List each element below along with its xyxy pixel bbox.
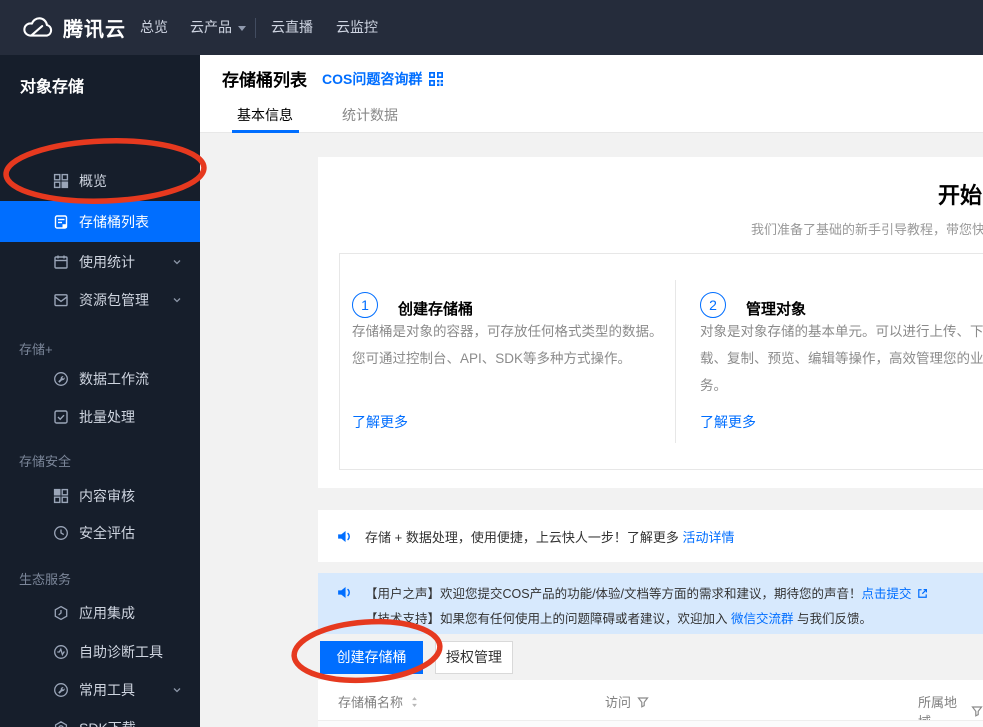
sidebar-item-batch-processing[interactable]: 批量处理 <box>0 398 200 436</box>
sidebar-item-content-audit[interactable]: 内容审核 <box>0 477 200 515</box>
sidebar-item-sdk-download[interactable]: SDK下载 <box>0 709 200 727</box>
announcement-bar: 存储 + 数据处理，使用便捷，上云快人一步！了解更多 活动详情 <box>318 510 983 562</box>
pulse-circle-icon <box>53 644 69 660</box>
onboarding-steps-box: 1 创建存储桶 存储桶是对象的容器，可存放任何格式类型的数据。您可通过控制台、A… <box>339 253 983 470</box>
topnav-divider <box>255 18 256 38</box>
step-2-learn-more-link[interactable]: 了解更多 <box>700 412 756 432</box>
tab-basic-info[interactable]: 基本信息 <box>237 105 293 125</box>
topnav-overview[interactable]: 总览 <box>140 0 168 55</box>
filter-funnel-icon[interactable] <box>971 705 983 717</box>
step-2-desc: 对象是对象存储的基本单元。可以进行上传、下载、复制、预览、编辑等操作，高效管理您… <box>700 324 983 393</box>
megaphone-icon <box>336 584 353 606</box>
chevron-down-icon <box>172 257 182 267</box>
brand-logo[interactable]: 腾讯云 <box>20 13 126 42</box>
caret-down-icon <box>238 25 246 31</box>
sidebar-item-data-workflow[interactable]: 数据工作流 <box>0 360 200 398</box>
wechat-group-link[interactable]: 微信交流群 <box>731 612 794 626</box>
sidebar-item-resource-packs[interactable]: 资源包管理 <box>0 281 200 319</box>
step-divider <box>675 280 676 443</box>
bucket-table-header: 存储桶名称 访问 所属地域 <box>318 680 983 727</box>
page-title: 存储桶列表 <box>222 71 307 90</box>
brand-name: 腾讯云 <box>63 19 126 41</box>
package-icon <box>53 292 69 308</box>
auth-management-button[interactable]: 授权管理 <box>435 641 513 674</box>
topnav-cloud-monitor[interactable]: 云监控 <box>336 0 378 55</box>
sidebar-item-security-assessment[interactable]: 安全评估 <box>0 514 200 552</box>
topbar: 腾讯云 总览 云产品 云直播 云监控 <box>0 0 983 55</box>
step-2-number: 2 <box>700 292 726 318</box>
topnav-live-streaming[interactable]: 云直播 <box>271 0 313 55</box>
cos-consult-group-link[interactable]: COS问题咨询群 <box>322 69 444 89</box>
chevron-down-icon <box>172 295 182 305</box>
table-body-edge <box>318 721 983 727</box>
sort-icon[interactable] <box>409 696 420 708</box>
column-access[interactable]: 访问 <box>605 692 649 711</box>
tencent-cloud-cos-console: 腾讯云 总览 云产品 云直播 云监控 对象存储 概览 存储桶列表 使用统计 资源… <box>0 0 983 727</box>
qr-code-icon <box>428 71 444 87</box>
sdk-badge-icon <box>53 720 69 727</box>
sidebar-section-storage-plus: 存储+ <box>19 342 53 357</box>
step-1-learn-more-link[interactable]: 了解更多 <box>352 412 408 432</box>
sidebar-item-common-tools[interactable]: 常用工具 <box>0 671 200 709</box>
notice-line-2: 【技术支持】如果您有任何使用上的问题障碍或者建议，欢迎加入 微信交流群 与我们反… <box>365 612 872 626</box>
sidebar-section-storage-security: 存储安全 <box>19 454 72 469</box>
active-tab-underline <box>232 130 299 133</box>
create-bucket-button[interactable]: 创建存储桶 <box>320 641 423 674</box>
sidebar-item-bucket-list[interactable]: 存储桶列表 <box>0 201 200 242</box>
notice-line-1: 【用户之声】欢迎您提交COS产品的功能/体验/文档等方面的需求和建议，期待您的声… <box>365 583 929 602</box>
external-link-icon <box>916 587 929 600</box>
grid-icon <box>53 488 69 504</box>
wrench-circle-icon <box>53 371 69 387</box>
content-header: 存储桶列表 COS问题咨询群 基本信息 统计数据 <box>200 55 983 133</box>
sidebar-item-self-diagnosis[interactable]: 自助诊断工具 <box>0 633 200 671</box>
wrench-circle-icon <box>53 682 69 698</box>
megaphone-icon <box>336 528 353 550</box>
grid-icon <box>53 173 69 189</box>
bucket-list-icon <box>53 214 69 230</box>
topnav-cloud-products[interactable]: 云产品 <box>190 0 246 55</box>
step-1-number: 1 <box>352 292 378 318</box>
calendar-icon <box>53 254 69 270</box>
step-1-desc: 存储桶是对象的容器，可存放任何格式类型的数据。您可通过控制台、API、SDK等多… <box>352 324 663 366</box>
column-bucket-name[interactable]: 存储桶名称 <box>338 692 420 711</box>
hexagon-icon <box>53 605 69 621</box>
announcement-text: 存储 + 数据处理，使用便捷，上云快人一步！了解更多 活动详情 <box>365 530 735 545</box>
onboarding-subheading: 我们准备了基础的新手引导教程，带您快速 <box>751 222 983 237</box>
filter-funnel-icon[interactable] <box>637 696 649 708</box>
onboarding-panel: 开始 我们准备了基础的新手引导教程，带您快速 1 创建存储桶 存储桶是对象的容器… <box>318 157 983 488</box>
step-1-title: 创建存储桶 <box>398 301 474 318</box>
sidebar: 对象存储 概览 存储桶列表 使用统计 资源包管理 存储+ 数据工作流 批量处理 … <box>0 55 200 727</box>
main-content: 开始 我们准备了基础的新手引导教程，带您快速 1 创建存储桶 存储桶是对象的容器… <box>200 134 983 727</box>
checkbox-icon <box>53 409 69 425</box>
sidebar-item-usage-stats[interactable]: 使用统计 <box>0 243 200 281</box>
onboarding-heading: 开始 <box>938 183 983 208</box>
cloud-logo-icon <box>20 15 54 40</box>
sidebar-item-overview[interactable]: 概览 <box>0 162 200 200</box>
sidebar-section-ecosystem: 生态服务 <box>19 572 72 587</box>
chevron-down-icon <box>172 685 182 695</box>
step-2-title: 管理对象 <box>746 301 807 318</box>
tab-statistics[interactable]: 统计数据 <box>342 105 398 125</box>
gauge-icon <box>53 525 69 541</box>
sidebar-item-app-integration[interactable]: 应用集成 <box>0 594 200 632</box>
notice-banner: 【用户之声】欢迎您提交COS产品的功能/体验/文档等方面的需求和建议，期待您的声… <box>318 573 983 634</box>
activity-details-link[interactable]: 活动详情 <box>682 530 734 545</box>
submit-feedback-link[interactable]: 点击提交 <box>862 587 912 601</box>
sidebar-title: 对象存储 <box>20 79 85 96</box>
